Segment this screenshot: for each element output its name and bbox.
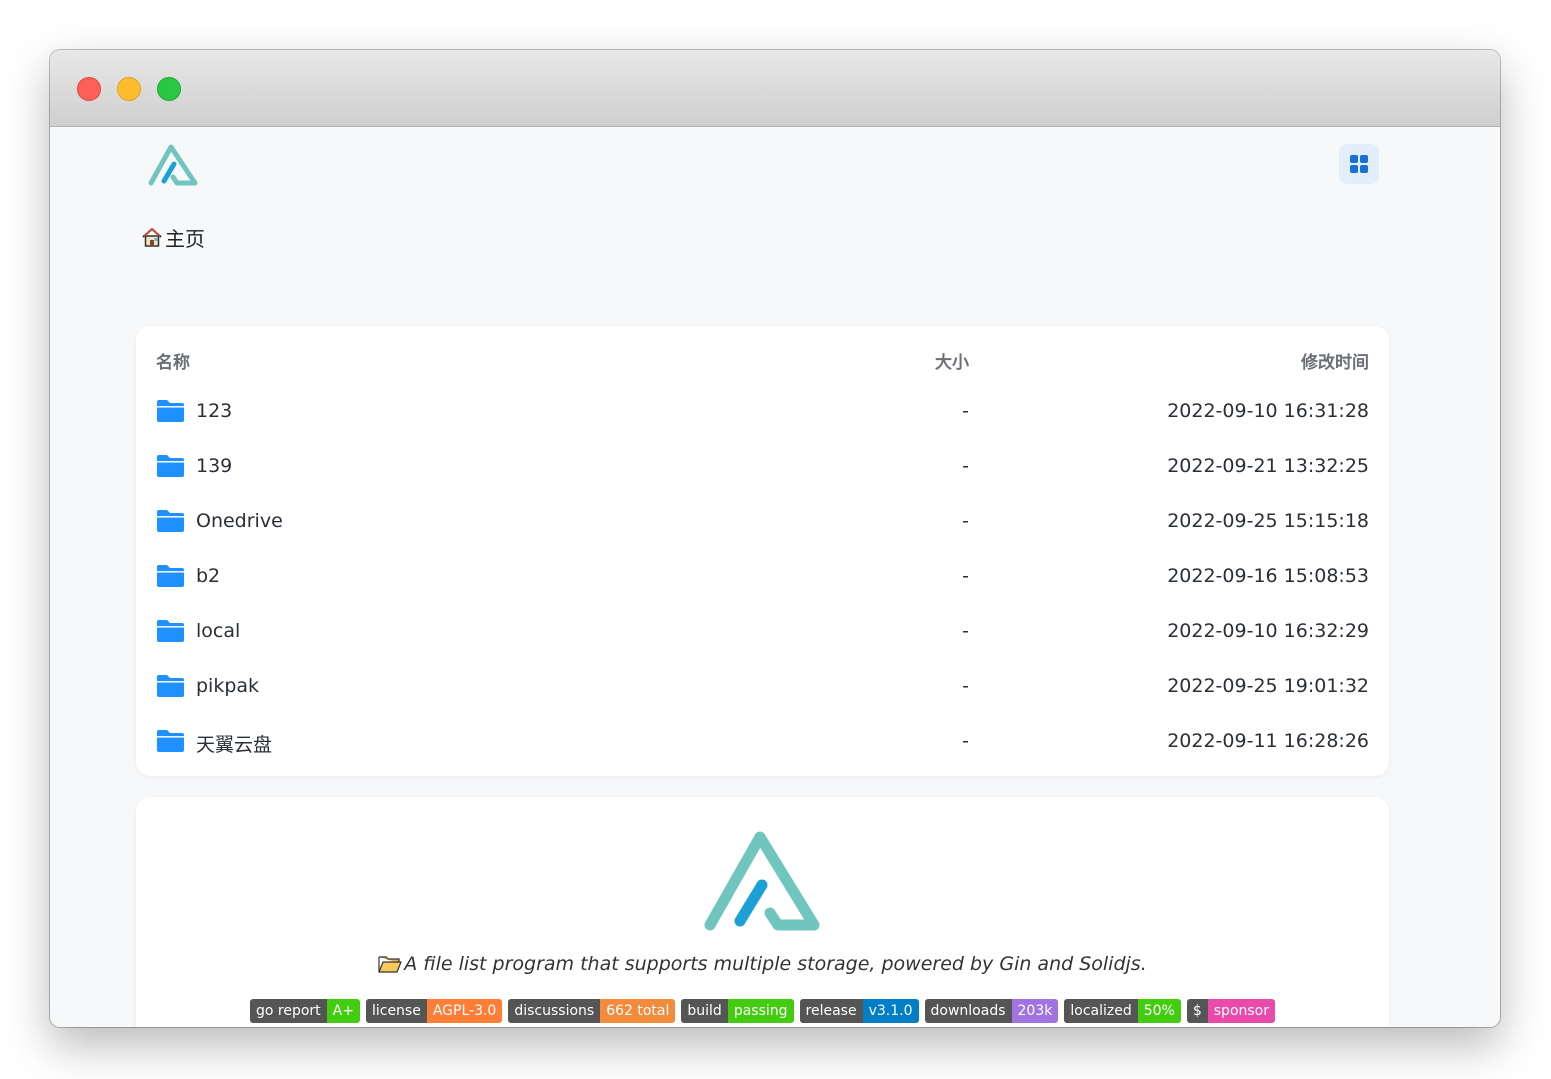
file-row[interactable]: b2 - 2022-09-16 15:08:53: [156, 557, 1369, 597]
file-row[interactable]: 天翼云盘 - 2022-09-11 16:28:26: [156, 722, 1369, 762]
file-modified: 2022-09-10 16:32:29: [1167, 620, 1369, 642]
file-name[interactable]: Onedrive: [196, 510, 283, 532]
alist-logo-icon: [704, 831, 820, 931]
column-header-name[interactable]: 名称: [156, 348, 190, 373]
badge[interactable]: build passing: [681, 999, 794, 1023]
column-header-modified[interactable]: 修改时间: [1301, 348, 1369, 373]
file-size: -: [962, 455, 969, 477]
badge-label: $: [1186, 999, 1208, 1023]
file-modified: 2022-09-25 19:01:32: [1167, 675, 1369, 697]
readme-tagline: A file list program that supports multip…: [136, 953, 1389, 975]
badge[interactable]: localized 50%: [1064, 999, 1181, 1023]
title-bar: [50, 50, 1500, 127]
folder-icon: [157, 675, 184, 697]
file-row[interactable]: 139 - 2022-09-21 13:32:25: [156, 447, 1369, 487]
file-size: -: [962, 675, 969, 697]
badge-value: sponsor: [1207, 999, 1275, 1023]
browser-window: 主页 名称 大小 修改时间 123 - 2022-09-10 16:31:28 …: [50, 50, 1500, 1027]
file-size: -: [962, 620, 969, 642]
file-size: -: [962, 400, 969, 422]
badge[interactable]: $ sponsor: [1186, 999, 1275, 1023]
file-modified: 2022-09-11 16:28:26: [1167, 730, 1369, 752]
folder-icon: [157, 455, 184, 477]
badge-label: build: [681, 999, 728, 1023]
badge-label: downloads: [924, 999, 1012, 1023]
badge-value: passing: [727, 999, 794, 1023]
badge-value: 203k: [1011, 999, 1059, 1023]
list-header: 名称 大小 修改时间: [156, 348, 1369, 373]
badge[interactable]: downloads 203k: [924, 999, 1059, 1023]
badge[interactable]: license AGPL-3.0: [365, 999, 503, 1023]
badge-value: 50%: [1137, 999, 1181, 1023]
file-name[interactable]: local: [196, 620, 240, 642]
tagline-text: A file list program that supports multip…: [404, 953, 1147, 975]
file-name[interactable]: b2: [196, 565, 220, 587]
layout-toggle-button[interactable]: [1339, 144, 1379, 184]
folder-icon: [157, 510, 184, 532]
file-modified: 2022-09-10 16:31:28: [1167, 400, 1369, 422]
badge-label: go report: [249, 999, 327, 1023]
file-name[interactable]: 139: [196, 455, 232, 477]
file-size: -: [962, 730, 969, 752]
badge[interactable]: go report A+: [249, 999, 360, 1023]
house-icon: [142, 228, 162, 247]
badge-value: A+: [326, 999, 360, 1023]
maximize-window-button[interactable]: [157, 77, 181, 101]
badge[interactable]: release v3.1.0: [799, 999, 919, 1023]
open-folder-icon: [378, 956, 402, 973]
file-name[interactable]: 天翼云盘: [196, 730, 272, 757]
badge-label: release: [799, 999, 863, 1023]
badge-value: v3.1.0: [862, 999, 919, 1023]
folder-icon: [157, 565, 184, 587]
grid-layout-icon: [1350, 155, 1368, 173]
badge-value: AGPL-3.0: [426, 999, 503, 1023]
alist-logo-icon[interactable]: [147, 141, 199, 187]
readme-panel: A file list program that supports multip…: [136, 797, 1389, 1027]
file-modified: 2022-09-21 13:32:25: [1167, 455, 1369, 477]
badge-label: localized: [1064, 999, 1138, 1023]
badge[interactable]: discussions 662 total: [508, 999, 676, 1023]
file-name[interactable]: pikpak: [196, 675, 259, 697]
page-content: 主页 名称 大小 修改时间 123 - 2022-09-10 16:31:28 …: [50, 127, 1500, 1027]
column-header-size[interactable]: 大小: [935, 348, 969, 373]
file-row[interactable]: Onedrive - 2022-09-25 15:15:18: [156, 502, 1369, 542]
badge-label: discussions: [508, 999, 601, 1023]
file-list: 名称 大小 修改时间 123 - 2022-09-10 16:31:28 139…: [136, 326, 1389, 776]
minimize-window-button[interactable]: [117, 77, 141, 101]
folder-icon: [157, 730, 184, 752]
file-size: -: [962, 510, 969, 532]
badge-label: license: [365, 999, 427, 1023]
file-row[interactable]: local - 2022-09-10 16:32:29: [156, 612, 1369, 652]
file-modified: 2022-09-25 15:15:18: [1167, 510, 1369, 532]
file-name[interactable]: 123: [196, 400, 232, 422]
badge-row: go report A+ license AGPL-3.0 discussions 662…: [136, 999, 1389, 1023]
file-row[interactable]: pikpak - 2022-09-25 19:01:32: [156, 667, 1369, 707]
breadcrumb-home-link[interactable]: 主页: [165, 223, 205, 252]
close-window-button[interactable]: [77, 77, 101, 101]
folder-icon: [157, 400, 184, 422]
folder-icon: [157, 620, 184, 642]
file-modified: 2022-09-16 15:08:53: [1167, 565, 1369, 587]
badge-value: 662 total: [600, 999, 676, 1023]
breadcrumb: 主页: [141, 223, 205, 251]
file-size: -: [962, 565, 969, 587]
file-row[interactable]: 123 - 2022-09-10 16:31:28: [156, 392, 1369, 432]
